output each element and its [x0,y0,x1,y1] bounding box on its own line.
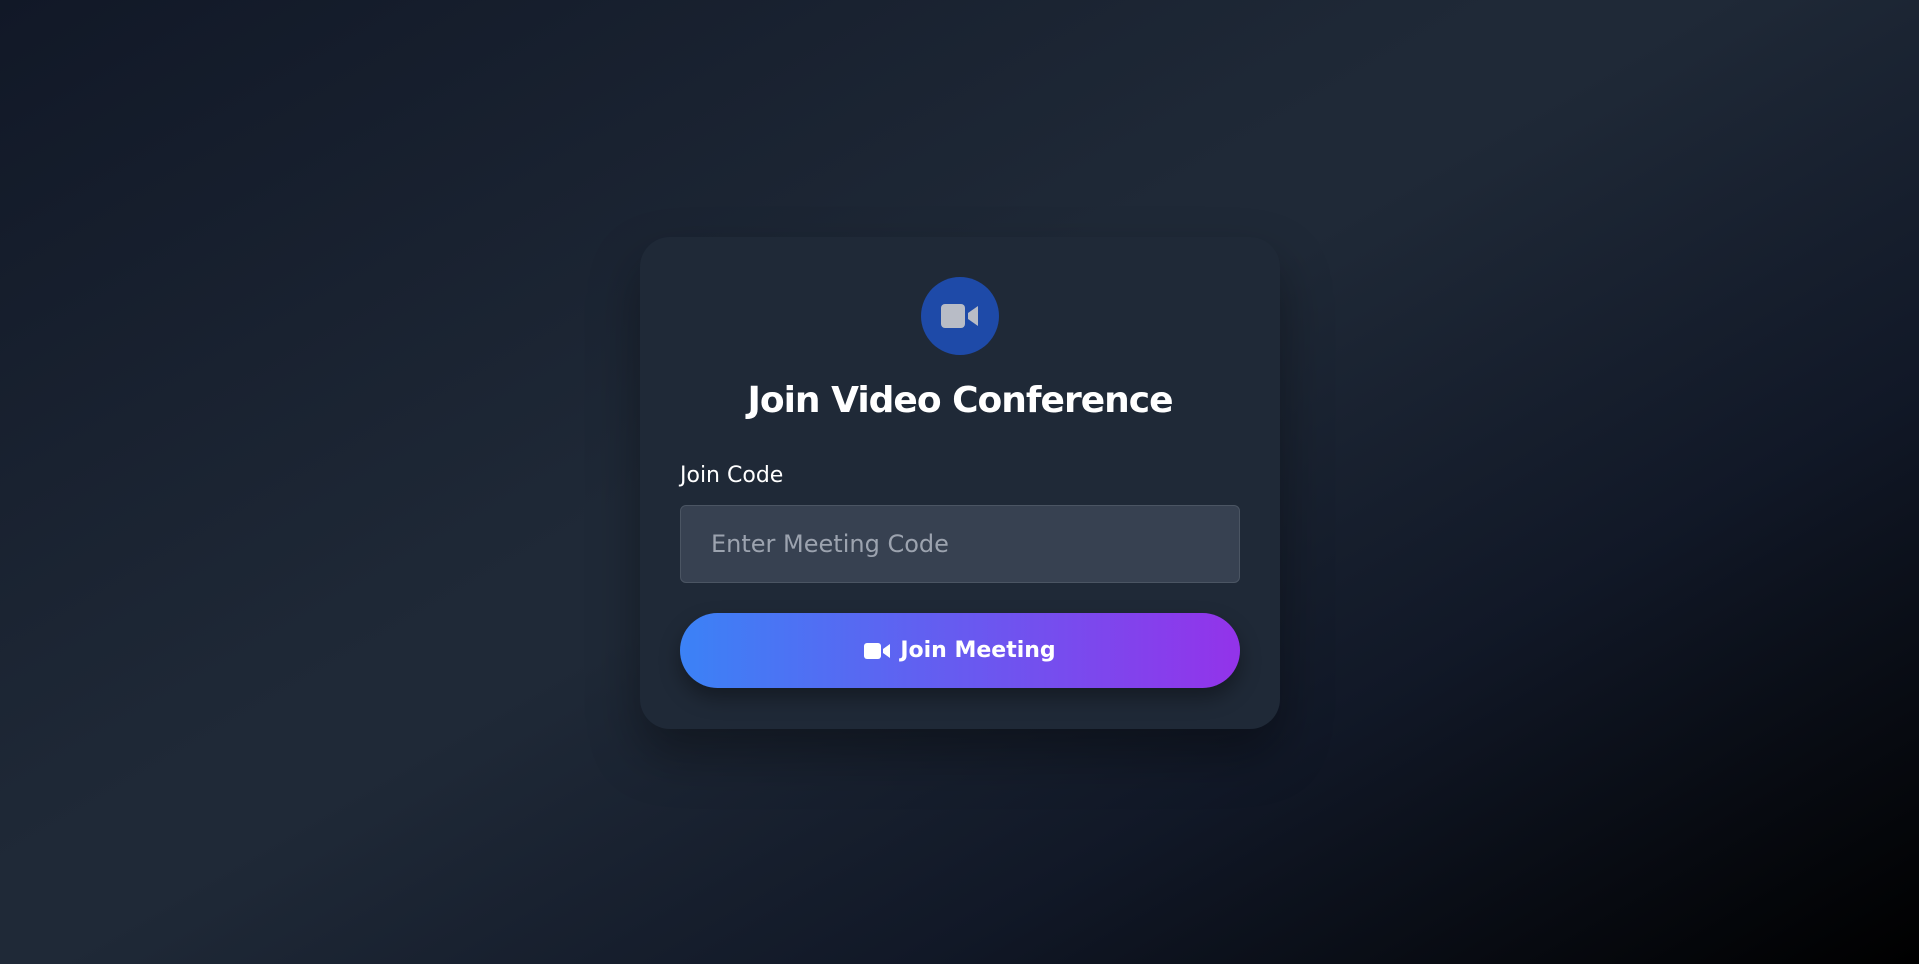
page-title: Join Video Conference [747,380,1173,421]
video-camera-badge [921,277,999,355]
join-conference-card: Join Video Conference Join Code Join Mee… [640,237,1280,729]
video-camera-icon [941,304,978,328]
join-meeting-button-label: Join Meeting [900,638,1056,663]
join-meeting-button[interactable]: Join Meeting [680,613,1240,688]
join-code-input[interactable] [680,505,1240,583]
join-code-label: Join Code [680,463,784,488]
video-camera-icon [864,642,891,659]
